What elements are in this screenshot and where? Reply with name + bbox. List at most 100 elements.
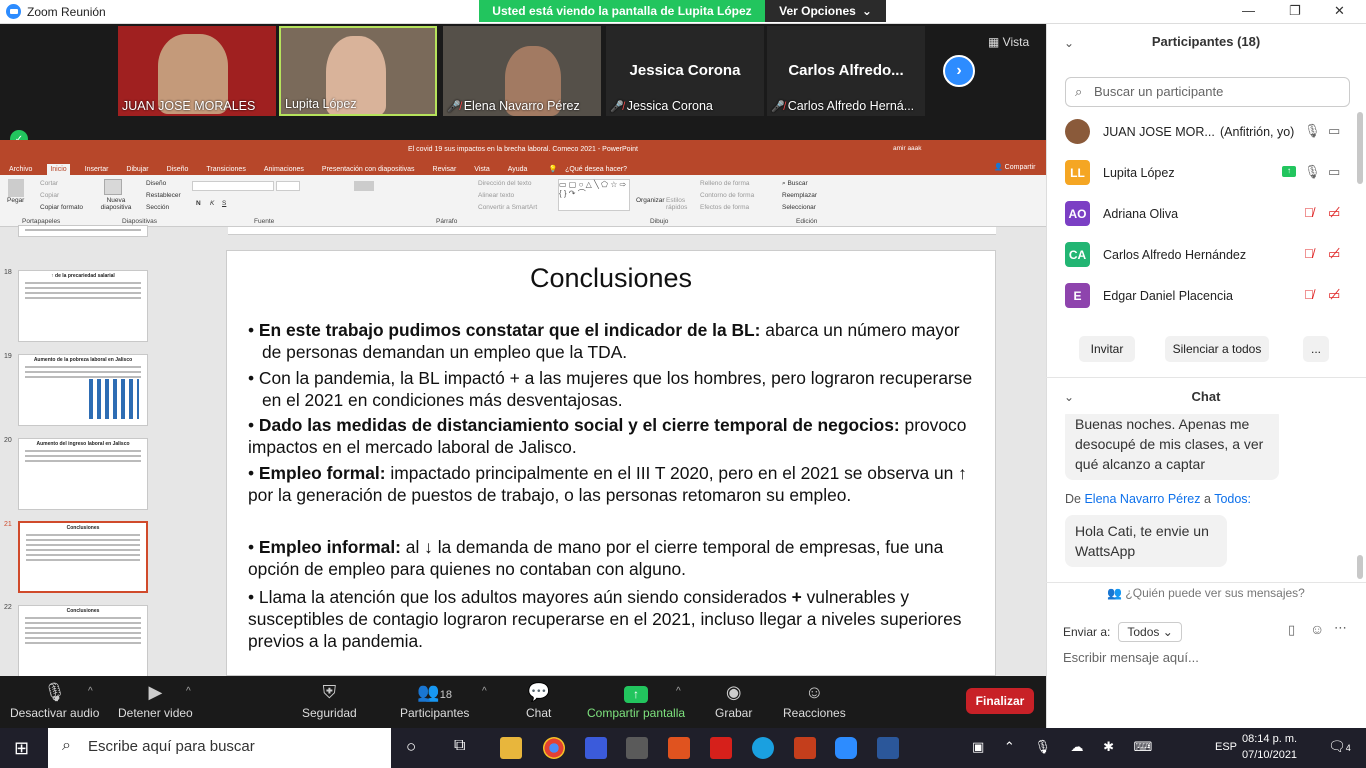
ppt-tab-transiciones[interactable]: Transiciones bbox=[203, 164, 248, 175]
microphone-icon[interactable]: 🎙 bbox=[1304, 164, 1321, 180]
paste-icon[interactable] bbox=[8, 179, 24, 197]
emoji-icon[interactable]: ☺ bbox=[1310, 621, 1324, 637]
paste-button[interactable]: Pegar bbox=[7, 197, 24, 204]
mic-muted-icon[interactable]: 🎙̸ bbox=[1304, 205, 1314, 220]
file-icon[interactable]: ▯ bbox=[1288, 622, 1295, 638]
ppt-tab-ayuda[interactable]: Ayuda bbox=[505, 164, 531, 175]
taskbar-search-input[interactable]: ⌕ Escribe aquí para buscar bbox=[48, 728, 391, 768]
who-can-see-link[interactable]: 👥 ¿Quién puede ver sus mensajes? bbox=[1046, 586, 1366, 600]
shapes-gallery[interactable]: ▭ ▢ ○ △ ╲ ⬠ ☆ ⇨ { } ↷ ⌒ bbox=[558, 179, 630, 211]
text-direction-button[interactable]: Dirección del texto bbox=[478, 180, 531, 187]
mic-muted-icon[interactable]: 🎙̸ bbox=[1304, 246, 1314, 261]
ppt-tab-revisar[interactable]: Revisar bbox=[430, 164, 460, 175]
participants-caret-icon[interactable]: ^ bbox=[482, 686, 487, 697]
security-button[interactable]: ⛨ Seguridad bbox=[302, 682, 357, 720]
shape-outline-button[interactable]: Contorno de forma bbox=[700, 192, 754, 199]
mute-all-button[interactable]: Silenciar a todos bbox=[1165, 336, 1269, 362]
word-icon[interactable] bbox=[877, 737, 899, 759]
acrobat-icon[interactable] bbox=[710, 737, 732, 759]
store-icon[interactable] bbox=[626, 737, 648, 759]
bullets-icon[interactable] bbox=[354, 181, 374, 191]
ppt-tab-diseno[interactable]: Diseño bbox=[164, 164, 192, 175]
participant-search-input[interactable]: ⌕ Buscar un participante bbox=[1065, 77, 1350, 107]
windows-start-icon[interactable]: ⊞ bbox=[14, 738, 29, 759]
share-options-caret-icon[interactable]: ^ bbox=[676, 686, 681, 697]
participant-row[interactable]: LL Lupita López ↑ 🎙 ▭ bbox=[1046, 152, 1360, 192]
font-name-field[interactable] bbox=[192, 181, 274, 191]
close-icon[interactable]: ✕ bbox=[1334, 3, 1345, 19]
office-icon[interactable] bbox=[668, 737, 690, 759]
chat-input[interactable]: Escribir mensaje aquí... bbox=[1063, 650, 1199, 665]
invite-button[interactable]: Invitar bbox=[1079, 336, 1135, 362]
new-slide-button[interactable]: Nueva diapositiva bbox=[96, 197, 136, 211]
cut-button[interactable]: Cortar bbox=[40, 180, 58, 187]
ppt-tab-insertar[interactable]: Insertar bbox=[82, 164, 112, 175]
select-button[interactable]: Seleccionar bbox=[782, 204, 816, 211]
chat-sender-name[interactable]: Elena Navarro Pérez bbox=[1084, 492, 1200, 506]
italic-icon[interactable]: K bbox=[210, 200, 214, 207]
chat-button[interactable]: 💬 Chat bbox=[526, 682, 551, 720]
video-camera-icon[interactable]: ▭ bbox=[1328, 123, 1340, 139]
ppt-tab-animaciones[interactable]: Animaciones bbox=[261, 164, 307, 175]
video-tile[interactable]: JUAN JOSE MORALES bbox=[118, 26, 276, 116]
cortana-icon[interactable]: ○ bbox=[406, 737, 416, 757]
video-tile[interactable]: Carlos Alfredo... 🎤̸ Carlos Alfredo Herná… bbox=[767, 26, 925, 116]
minimize-icon[interactable]: — bbox=[1242, 3, 1255, 18]
smartart-button[interactable]: Convertir a SmartArt bbox=[478, 204, 537, 211]
shape-fill-button[interactable]: Relleno de forma bbox=[700, 180, 750, 187]
shape-effects-button[interactable]: Efectos de forma bbox=[700, 204, 749, 211]
file-explorer-icon[interactable] bbox=[500, 737, 522, 759]
stop-video-button[interactable]: ▶ Detener video bbox=[118, 682, 193, 720]
view-button[interactable]: ▦ Vista bbox=[988, 35, 1029, 49]
powerpoint-icon[interactable] bbox=[794, 737, 816, 759]
video-off-icon[interactable]: ▭̸ bbox=[1328, 287, 1340, 303]
participant-row[interactable]: CA Carlos Alfredo Hernández 🎙̸ ▭̸ bbox=[1046, 234, 1360, 274]
section-button[interactable]: Sección bbox=[146, 204, 169, 211]
participants-scrollbar[interactable] bbox=[1357, 112, 1363, 184]
video-tile[interactable]: 🎤̸ Elena Navarro Pérez bbox=[443, 26, 601, 116]
video-tile[interactable]: Jessica Corona 🎤̸ Jessica Corona bbox=[606, 26, 764, 116]
ppt-tab-archivo[interactable]: Archivo bbox=[6, 164, 35, 175]
edge-icon[interactable] bbox=[752, 737, 774, 759]
font-size-field[interactable] bbox=[276, 181, 300, 191]
task-view-icon[interactable]: ⧉ bbox=[454, 737, 465, 755]
system-clock[interactable]: 08:14 p. m. 07/10/2021 bbox=[1242, 731, 1297, 763]
video-off-icon[interactable]: ▭̸ bbox=[1328, 246, 1340, 262]
slide-thumbnail-selected[interactable]: Conclusiones bbox=[18, 521, 148, 593]
end-meeting-button[interactable]: Finalizar bbox=[966, 688, 1034, 714]
align-text-button[interactable]: Alinear texto bbox=[478, 192, 514, 199]
restore-icon[interactable]: ❐ bbox=[1289, 3, 1301, 19]
participant-row[interactable]: JUAN JOSE MOR... (Anfitrión, yo) 🎙 ▭ bbox=[1046, 111, 1360, 151]
app-icon[interactable] bbox=[585, 737, 607, 759]
notification-icon[interactable]: 🗨4 bbox=[1328, 738, 1351, 755]
underline-icon[interactable]: S bbox=[222, 200, 226, 207]
quick-styles-button[interactable]: Estilos rápidos bbox=[666, 197, 692, 211]
slide-thumbnail[interactable]: Aumento del ingreso laboral en Jalisco bbox=[18, 438, 148, 510]
ppt-tab-presentacion[interactable]: Presentación con diapositivas bbox=[319, 164, 418, 175]
ppt-share-button[interactable]: 👤 Compartir bbox=[994, 163, 1035, 171]
video-off-icon[interactable]: ▭̸ bbox=[1328, 205, 1340, 221]
find-button[interactable]: ⌕ Buscar bbox=[782, 180, 808, 188]
language-indicator[interactable]: ESP bbox=[1215, 741, 1237, 753]
layout-button[interactable]: Diseño bbox=[146, 180, 166, 187]
system-tray-icons[interactable]: ▣ ⌃ 🎙 ☁ ✱ ⌨ bbox=[972, 739, 1160, 755]
ppt-tab-vista[interactable]: Vista bbox=[471, 164, 492, 175]
share-screen-button[interactable]: ↑ Compartir pantalla bbox=[587, 682, 685, 720]
slide-thumbnail[interactable]: ↑ de la precariedad salarial bbox=[18, 270, 148, 342]
ppt-tell-me[interactable]: 💡 ¿Qué desea hacer? bbox=[542, 163, 633, 175]
slide-thumbnail[interactable]: Aumento de la pobreza laboral en Jalisco bbox=[18, 354, 148, 426]
copy-format-button[interactable]: Copiar formato bbox=[40, 204, 83, 211]
new-slide-icon[interactable] bbox=[104, 179, 122, 195]
ppt-tab-inicio[interactable]: Inicio bbox=[47, 164, 70, 175]
chat-scrollbar[interactable] bbox=[1357, 555, 1363, 579]
slide-thumbnail[interactable] bbox=[18, 225, 148, 237]
mic-muted-icon[interactable]: 🎙̸ bbox=[1304, 287, 1314, 302]
next-page-arrow-icon[interactable]: › bbox=[943, 55, 975, 87]
video-tile-active[interactable]: Lupita López bbox=[279, 26, 437, 116]
more-icon[interactable]: ⋯ bbox=[1334, 620, 1347, 636]
view-options-button[interactable]: Ver Opciones ⌄ bbox=[765, 0, 886, 22]
arrange-button[interactable]: Organizar bbox=[636, 197, 665, 204]
slide-thumbnail[interactable]: Conclusiones bbox=[18, 605, 148, 677]
participants-button[interactable]: 👥18 Participantes bbox=[400, 682, 469, 720]
mute-button[interactable]: 🎙 Desactivar audio bbox=[10, 682, 99, 720]
